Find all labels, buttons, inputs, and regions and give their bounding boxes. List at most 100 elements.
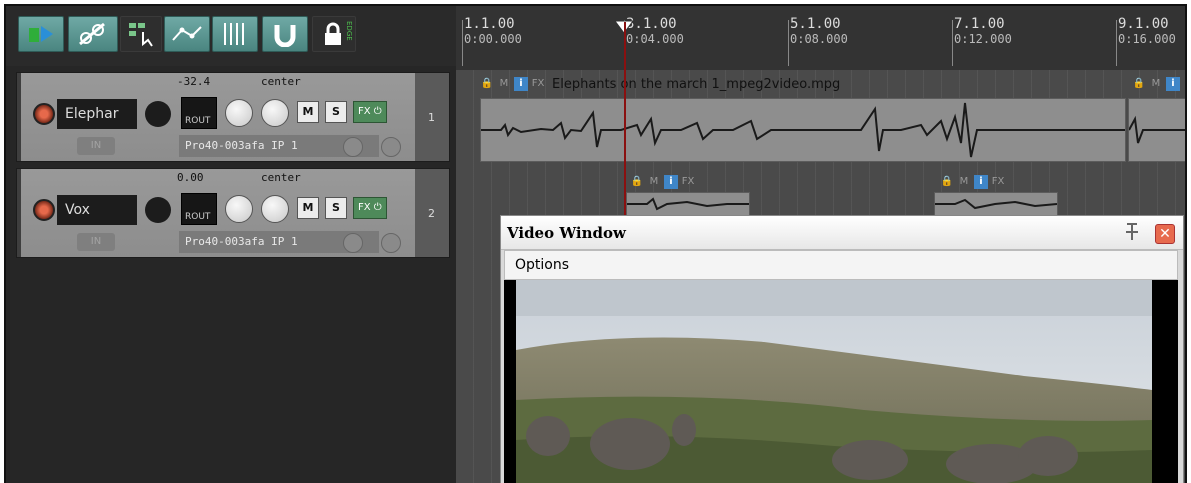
edit-cursor[interactable] — [624, 22, 626, 222]
video-window-title: Video Window — [507, 224, 626, 242]
video-image — [504, 280, 1178, 483]
fx-button[interactable]: FX ⏻ — [353, 197, 387, 219]
input-button[interactable]: IN — [77, 233, 115, 251]
volume-dial[interactable] — [225, 195, 253, 223]
item-fx-icon[interactable]: FX — [681, 175, 695, 189]
solo-button[interactable]: S — [325, 197, 347, 219]
pan-dial[interactable] — [261, 195, 289, 223]
lock-badge: EDGE — [345, 21, 353, 41]
track-number-strip: 2 — [415, 169, 449, 257]
volume-knob[interactable] — [145, 101, 171, 127]
volume-knob[interactable] — [145, 197, 171, 223]
item-lock-icon[interactable]: 🔒 — [630, 175, 644, 189]
ruler-mark: 3.1.00 0:04.000 — [626, 16, 684, 46]
video-window[interactable]: Video Window ✕ Options — [500, 215, 1184, 483]
record-arm-button[interactable] — [33, 103, 55, 125]
mute-button[interactable]: M — [297, 197, 319, 219]
ruler-mark: 7.1.00 0:12.000 — [954, 16, 1012, 46]
volume-dial[interactable] — [225, 99, 253, 127]
item-header-main: 🔒 M i FX Elephants on the march 1_mpeg2v… — [480, 74, 1120, 94]
volume-readout: 0.00 — [177, 171, 204, 184]
track-2[interactable]: 0.00 center Vox ROUT M S FX ⏻ IN Pro40-0… — [16, 168, 450, 258]
input-button[interactable]: IN — [77, 137, 115, 155]
fx-bypass-icon[interactable] — [343, 233, 363, 253]
route-label: ROUT — [185, 116, 211, 126]
track-number: 1 — [428, 111, 435, 124]
route-button[interactable]: ROUT — [181, 97, 217, 129]
envelope-points-icon[interactable] — [164, 16, 210, 52]
fx-button[interactable]: FX ⏻ — [353, 101, 387, 123]
timeline-ruler[interactable]: 1.1.00 0:00.000 3.1.00 0:04.000 5.1.00 0:08… — [456, 6, 1185, 70]
item-info-icon[interactable]: i — [974, 175, 988, 189]
pan-dial[interactable] — [261, 99, 289, 127]
waveform — [481, 102, 1125, 158]
ruler-mark: 5.1.00 0:08.000 — [790, 16, 848, 46]
item-header-right: 🔒 M i — [1132, 74, 1185, 94]
item-lock-icon[interactable]: 🔒 — [480, 77, 494, 91]
waveform — [627, 197, 749, 211]
track-number: 2 — [428, 207, 435, 220]
reaper-window: EDGE -32.4 center Elephar ROUT M S FX ⏻ … — [4, 4, 1187, 483]
item-lock-icon[interactable]: 🔒 — [940, 175, 954, 189]
item-mute-icon[interactable]: M — [497, 77, 511, 91]
video-window-titlebar[interactable]: Video Window ✕ — [501, 216, 1183, 250]
item-fx-icon[interactable]: FX — [991, 175, 1005, 189]
options-menu[interactable]: Options — [515, 257, 569, 273]
track-panel: 0.00 center Vox ROUT M S FX ⏻ IN Pro40-0… — [21, 169, 416, 257]
solo-button[interactable]: S — [325, 101, 347, 123]
item-mute-icon[interactable]: M — [647, 175, 661, 189]
pin-icon[interactable] — [1123, 222, 1141, 242]
track-control-panel: EDGE -32.4 center Elephar ROUT M S FX ⏻ … — [6, 6, 456, 483]
item-header-vox2: 🔒 M i FX — [940, 172, 1040, 192]
item-grouping-icon[interactable] — [120, 16, 162, 52]
item-title: Elephants on the march 1_mpeg2video.mpg — [552, 76, 841, 92]
phase-icon[interactable] — [381, 233, 401, 253]
item-lock-icon[interactable]: 🔒 — [1132, 77, 1146, 91]
route-button[interactable]: ROUT — [181, 193, 217, 225]
toolbar: EDGE — [6, 6, 456, 66]
item-mute-icon[interactable]: M — [957, 175, 971, 189]
item-info-icon[interactable]: i — [514, 77, 528, 91]
route-label: ROUT — [185, 212, 211, 222]
media-item-main[interactable] — [480, 98, 1126, 162]
ruler-mark: 1.1.00 0:00.000 — [464, 16, 522, 46]
fx-label: FX — [358, 106, 371, 117]
video-frame — [504, 280, 1178, 483]
pan-readout: center — [261, 75, 301, 88]
snap-magnet-icon[interactable] — [262, 16, 308, 52]
ruler-line — [952, 20, 953, 66]
item-info-icon[interactable]: i — [664, 175, 678, 189]
record-arm-button[interactable] — [33, 199, 55, 221]
ripple-edit-icon[interactable] — [68, 16, 118, 52]
ruler-mark: 9.1.00 0:16.000 — [1118, 16, 1176, 46]
io-bar: IN — [57, 135, 153, 157]
volume-readout: -32.4 — [177, 75, 211, 88]
fx-bypass-icon[interactable] — [343, 137, 363, 157]
io-bar: IN — [57, 231, 153, 253]
track-name[interactable]: Elephar — [57, 99, 137, 129]
close-icon[interactable]: ✕ — [1155, 224, 1175, 244]
phase-icon[interactable] — [381, 137, 401, 157]
item-mute-icon[interactable]: M — [1149, 77, 1163, 91]
media-item-vox1[interactable] — [626, 192, 750, 216]
grid-lines-icon[interactable] — [212, 16, 258, 52]
item-info-icon[interactable]: i — [1166, 77, 1180, 91]
fx-label: FX — [358, 202, 371, 213]
ruler-line — [462, 20, 463, 66]
media-item-vox2[interactable] — [934, 192, 1058, 216]
mute-button[interactable]: M — [297, 101, 319, 123]
ruler-line — [1116, 20, 1117, 66]
grid-snap-icon[interactable] — [18, 16, 64, 52]
item-header-vox1: 🔒 M i FX — [630, 172, 730, 192]
track-1[interactable]: -32.4 center Elephar ROUT M S FX ⏻ IN Pr… — [16, 72, 450, 162]
media-item-right[interactable] — [1128, 98, 1185, 162]
track-panel: -32.4 center Elephar ROUT M S FX ⏻ IN Pr… — [21, 73, 416, 161]
waveform — [1128, 115, 1185, 144]
waveform — [935, 198, 1058, 210]
item-fx-icon[interactable]: FX — [531, 77, 545, 91]
track-number-strip: 1 — [415, 73, 449, 161]
video-window-menubar: Options — [504, 250, 1178, 280]
lock-icon[interactable]: EDGE — [312, 16, 356, 52]
pan-readout: center — [261, 171, 301, 184]
track-name[interactable]: Vox — [57, 195, 137, 225]
